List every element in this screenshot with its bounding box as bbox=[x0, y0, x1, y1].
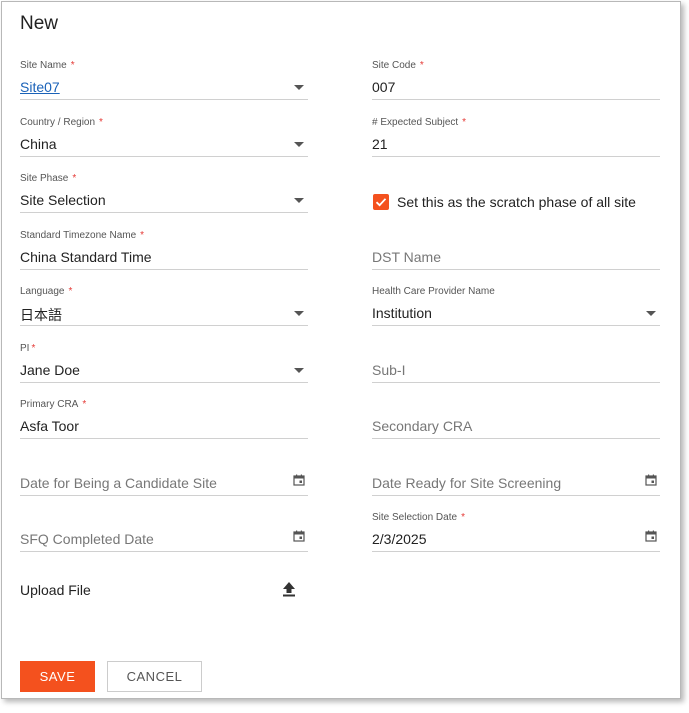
timezone-label: Standard Timezone Name * bbox=[20, 230, 145, 241]
pi-label: PI * bbox=[20, 343, 36, 354]
site-phase-label: Site Phase * bbox=[20, 173, 77, 184]
candidate-site-date-input[interactable]: Date for Being a Candidate Site bbox=[20, 456, 308, 496]
language-value: 日本語 bbox=[20, 307, 62, 323]
upload-file-label: Upload File bbox=[20, 582, 91, 598]
scratch-phase-checkbox[interactable] bbox=[373, 194, 389, 210]
site-selection-date-value: 2/3/2025 bbox=[372, 531, 427, 547]
pi-select[interactable]: PI * Jane Doe bbox=[20, 343, 308, 383]
site-name-label: Site Name * bbox=[20, 60, 75, 71]
dst-name-placeholder: DST Name bbox=[372, 249, 441, 265]
sfq-completed-date-placeholder: SFQ Completed Date bbox=[20, 531, 154, 547]
calendar-icon[interactable] bbox=[645, 530, 657, 542]
secondary-cra-input[interactable]: Secondary CRA bbox=[372, 399, 660, 439]
expected-subject-value: 21 bbox=[372, 136, 388, 152]
upload-icon[interactable] bbox=[280, 580, 298, 598]
cancel-button[interactable]: CANCEL bbox=[107, 661, 202, 692]
site-name-select[interactable]: Site Name * Site07 bbox=[20, 60, 308, 100]
dialog-title: New bbox=[20, 13, 59, 34]
site-phase-select[interactable]: Site Phase * Site Selection bbox=[20, 173, 308, 213]
pi-value: Jane Doe bbox=[20, 362, 80, 378]
language-label: Language * bbox=[20, 286, 73, 297]
chevron-down-icon[interactable] bbox=[294, 85, 304, 90]
calendar-icon[interactable] bbox=[645, 474, 657, 486]
candidate-site-date-placeholder: Date for Being a Candidate Site bbox=[20, 475, 217, 491]
expected-subject-input[interactable]: # Expected Subject * 21 bbox=[372, 117, 660, 157]
chevron-down-icon[interactable] bbox=[294, 142, 304, 147]
save-button[interactable]: SAVE bbox=[20, 661, 95, 692]
expected-subject-label: # Expected Subject * bbox=[372, 117, 467, 128]
secondary-cra-placeholder: Secondary CRA bbox=[372, 418, 473, 434]
country-region-value: China bbox=[20, 136, 57, 152]
primary-cra-value: Asfa Toor bbox=[20, 418, 79, 434]
site-code-label: Site Code * bbox=[372, 60, 424, 71]
site-name-value[interactable]: Site07 bbox=[20, 79, 60, 95]
site-screening-date-input[interactable]: Date Ready for Site Screening bbox=[372, 456, 660, 496]
calendar-icon[interactable] bbox=[293, 474, 305, 486]
country-region-select[interactable]: Country / Region * China bbox=[20, 117, 308, 157]
timezone-value: China Standard Time bbox=[20, 249, 152, 265]
health-care-provider-select[interactable]: Health Care Provider Name Institution bbox=[372, 286, 660, 326]
health-care-provider-label: Health Care Provider Name bbox=[372, 286, 495, 297]
scratch-phase-label: Set this as the scratch phase of all sit… bbox=[397, 194, 636, 210]
site-selection-date-label: Site Selection Date * bbox=[372, 512, 465, 523]
chevron-down-icon[interactable] bbox=[646, 311, 656, 316]
sub-i-input[interactable]: Sub-I bbox=[372, 343, 660, 383]
check-icon bbox=[375, 198, 387, 207]
site-screening-date-placeholder: Date Ready for Site Screening bbox=[372, 475, 562, 491]
health-care-provider-value: Institution bbox=[372, 305, 432, 321]
dst-name-input[interactable]: DST Name bbox=[372, 230, 660, 270]
language-select[interactable]: Language * 日本語 bbox=[20, 286, 308, 326]
site-selection-date-input[interactable]: Site Selection Date * 2/3/2025 bbox=[372, 512, 660, 552]
site-code-value: 007 bbox=[372, 79, 396, 95]
chevron-down-icon[interactable] bbox=[294, 198, 304, 203]
primary-cra-label: Primary CRA * bbox=[20, 399, 87, 410]
chevron-down-icon[interactable] bbox=[294, 368, 304, 373]
sub-i-placeholder: Sub-I bbox=[372, 362, 406, 378]
chevron-down-icon[interactable] bbox=[294, 311, 304, 316]
timezone-input[interactable]: Standard Timezone Name * China Standard T… bbox=[20, 230, 308, 270]
site-code-input[interactable]: Site Code * 007 bbox=[372, 60, 660, 100]
country-region-label: Country / Region * bbox=[20, 117, 103, 128]
sfq-completed-date-input[interactable]: SFQ Completed Date bbox=[20, 512, 308, 552]
calendar-icon[interactable] bbox=[293, 530, 305, 542]
primary-cra-input[interactable]: Primary CRA * Asfa Toor bbox=[20, 399, 308, 439]
site-phase-value: Site Selection bbox=[20, 192, 106, 208]
new-site-dialog: New Site Name * Site07 Country / Region * … bbox=[1, 1, 681, 699]
